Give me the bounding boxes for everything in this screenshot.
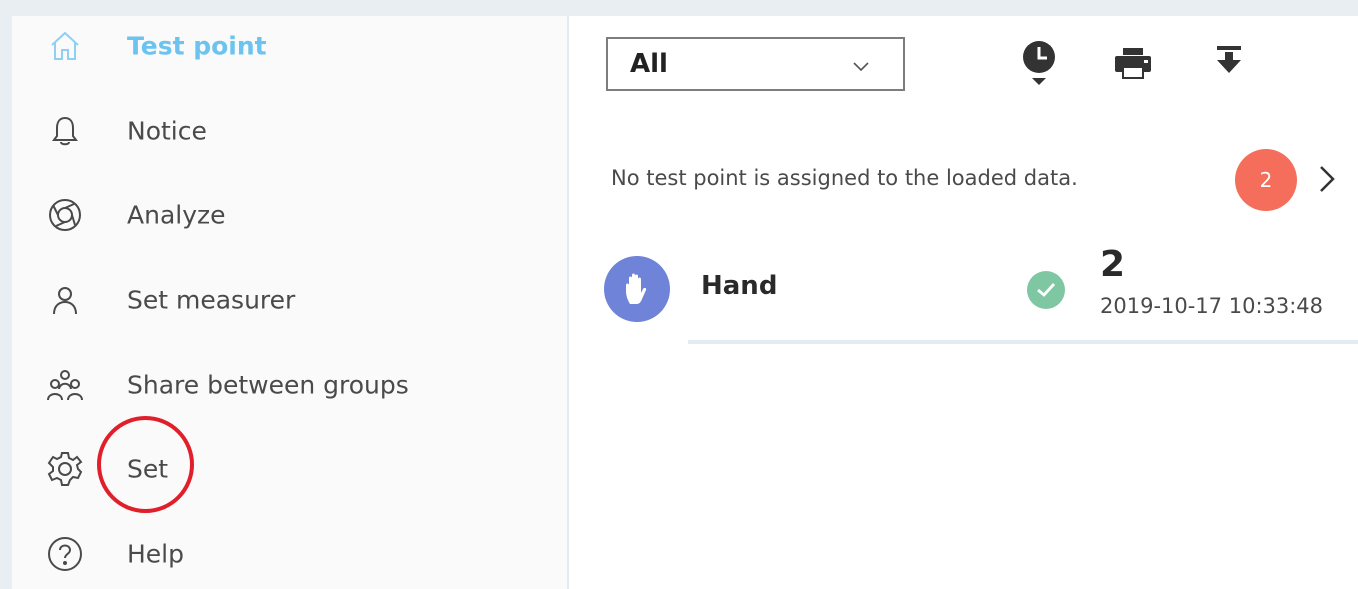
sidebar-item-set-measurer[interactable]: Set measurer	[12, 270, 567, 330]
sidebar-item-label: Analyze	[127, 200, 226, 230]
list-item-count: 2	[1100, 244, 1126, 285]
hand-icon	[604, 256, 670, 322]
print-icon	[1113, 47, 1153, 83]
history-icon	[1019, 39, 1059, 91]
aperture-icon	[45, 195, 85, 235]
list-item-timestamp: 2019-10-17 10:33:48	[1100, 294, 1324, 318]
set-highlight-circle	[97, 416, 194, 513]
main-panel: All No test point is assigned to the loa…	[569, 16, 1358, 589]
download-icon	[1215, 45, 1243, 79]
sidebar-item-help[interactable]: Help	[12, 524, 567, 584]
row-divider	[688, 340, 1358, 344]
sidebar-item-notice[interactable]: Notice	[12, 101, 567, 161]
sidebar: Test point Notice Analyze Set measurer S…	[12, 16, 569, 589]
home-icon	[45, 26, 85, 66]
chevron-right-icon[interactable]	[1317, 164, 1337, 194]
sidebar-item-label: Set measurer	[127, 285, 296, 315]
history-button[interactable]	[1015, 41, 1063, 89]
filter-dropdown[interactable]: All	[606, 37, 905, 91]
filter-selected-value: All	[630, 49, 668, 79]
print-button[interactable]	[1109, 41, 1157, 89]
sidebar-item-label: Share between groups	[127, 370, 409, 400]
gear-icon	[45, 449, 85, 489]
help-icon	[45, 534, 85, 574]
sidebar-item-test-point[interactable]: Test point	[12, 16, 567, 76]
sidebar-item-label: Help	[127, 539, 184, 569]
list-item-name: Hand	[701, 271, 778, 301]
download-button[interactable]	[1205, 38, 1253, 86]
window-top-strip	[0, 0, 1358, 16]
check-icon	[1027, 271, 1065, 309]
sidebar-item-set[interactable]: Set	[12, 439, 567, 499]
sidebar-item-label: Test point	[127, 31, 267, 61]
window-left-strip	[0, 0, 12, 589]
sidebar-item-analyze[interactable]: Analyze	[12, 185, 567, 245]
bell-icon	[45, 111, 85, 151]
notice-message: No test point is assigned to the loaded …	[611, 166, 1078, 190]
chevron-down-icon	[853, 57, 869, 76]
list-item[interactable]: Hand 2 2019-10-17 10:33:48	[569, 244, 1358, 344]
person-icon	[45, 280, 85, 320]
sidebar-item-share-between-groups[interactable]: Share between groups	[12, 355, 567, 415]
sidebar-item-label: Notice	[127, 116, 207, 146]
notice-count-badge[interactable]: 2	[1235, 149, 1297, 211]
group-icon	[45, 365, 85, 405]
